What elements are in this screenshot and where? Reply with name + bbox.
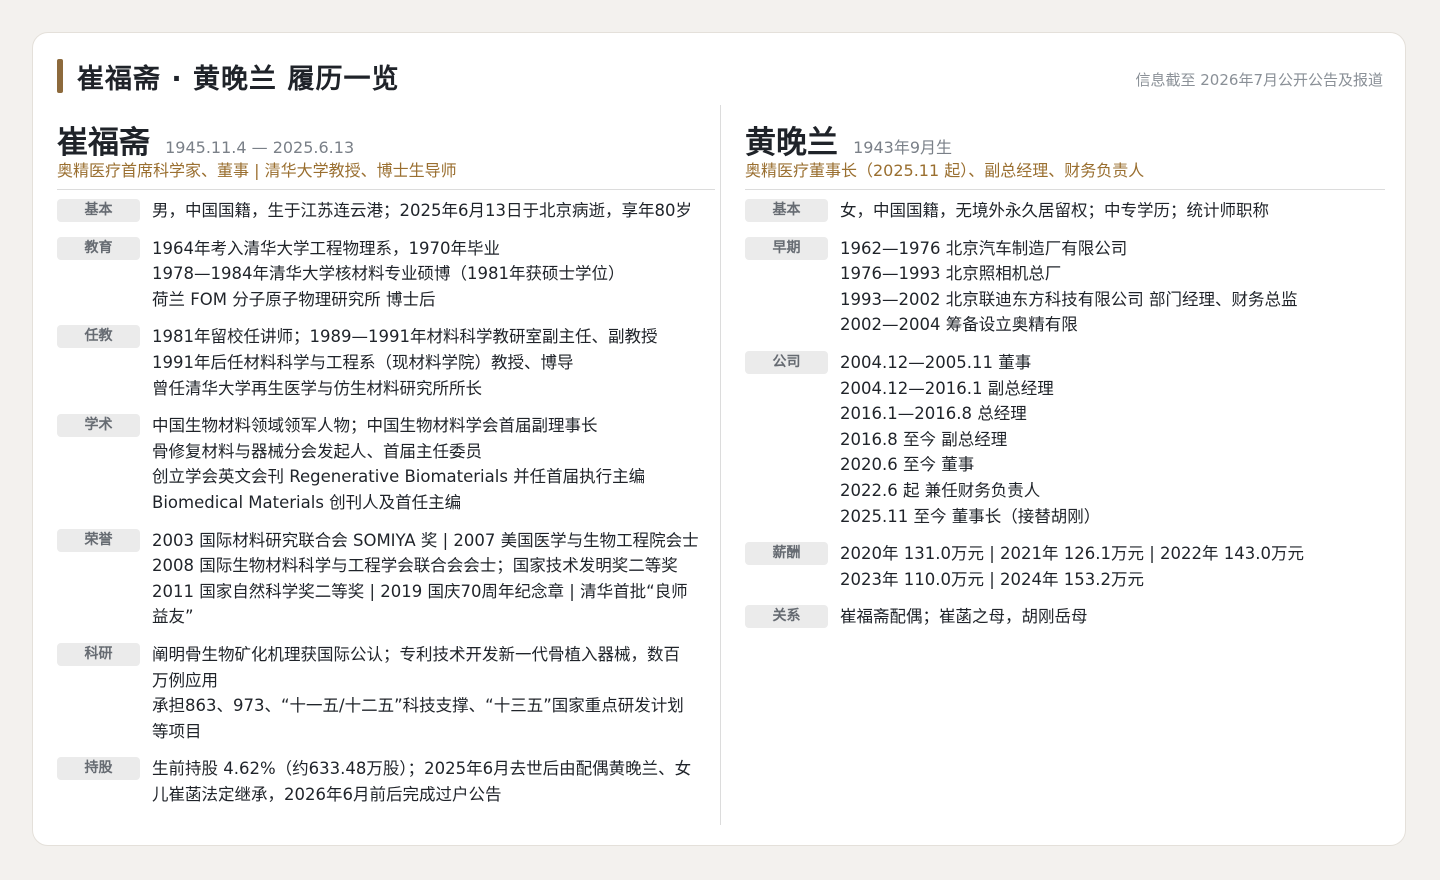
section-tag: 关系 [745,605,828,629]
section-line: 女，中国国籍，无境外永久居留权；中专学历；统计师职称 [840,201,1269,220]
section-line: 阐明骨生物矿化机理获国际公认；专利技术开发新一代骨植入器械，数百 [152,644,680,664]
resume-card: 崔福斋 · 黄晚兰 履历一览 信息截至 2026年7月公开公告及报道 崔福斋 1… [32,32,1406,846]
section-line: 男，中国国籍，生于江苏连云港；2025年6月13日于北京病逝，享年80岁 [152,201,692,220]
section-lines: 生前持股 4.62%（约633.48万股）；2025年6月去世后由配偶黄晚兰、女… [152,756,715,807]
section-row: 基本 女，中国国籍，无境外永久居留权；中专学历；统计师职称 [745,198,1385,224]
section-tag: 学术 [57,414,140,438]
section-row: 科研 阐明骨生物矿化机理获国际公认；专利技术开发新一代骨植入器械，数百 万例应用承担… [57,642,715,744]
section-line: 1962—1976 北京汽车制造厂有限公司 [840,238,1128,258]
person-dates: 1943年9月生 [853,138,952,157]
section-tag: 早期 [745,236,828,260]
section-row: 荣誉 2003 国际材料研究联合会 SOMIYA 奖 | 2007 美国医学与生物… [57,528,715,630]
section-line: 创立学会英文会刊 Regenerative Biomaterials 并任首届执… [152,467,646,487]
section-line: 益友” [152,607,194,627]
title-accent-bar [57,59,63,93]
info-date-note: 信息截至 2026年7月公开公告及报道 [1135,71,1384,89]
person-role: 奥精医疗董事长（2025.11 起）、副总经理、财务负责人 [745,157,1385,190]
column-divider [720,105,721,825]
section-line: 1976—1993 北京照相机总厂 [840,264,1062,284]
section-list: 基本 女，中国国籍，无境外永久居留权；中专学历；统计师职称 早期 1962—1976 … [745,198,1385,634]
section-lines: 女，中国国籍，无境外永久居留权；中专学历；统计师职称 [840,198,1385,224]
section-line: 2008 国际生物材料科学与工程学会联合会会士；国家技术发明奖二等奖 [152,556,678,576]
section-line: 1991年后任材料科学与工程系（现材料学院）教授、博导 [152,352,574,372]
section-tag: 基本 [745,199,828,222]
section-tag: 科研 [57,642,140,666]
section-row: 薪酬 2020年 131.0万元 | 2021年 126.1万元 | 2022年 … [745,541,1385,592]
section-lines: 2003 国际材料研究联合会 SOMIYA 奖 | 2007 美国医学与生物工程… [152,528,715,630]
section-tag: 任教 [57,325,140,349]
section-row: 任教 1981年留校任讲师；1989—1991年材料科学教研室副主任、副教授 199… [57,324,715,401]
section-line: 2003 国际材料研究联合会 SOMIYA 奖 | 2007 美国医学与生物工程… [152,530,699,550]
section-line: 2020年 131.0万元 | 2021年 126.1万元 | 2022年 14… [840,544,1305,564]
section-row: 教育 1964年考入清华大学工程物理系，1970年毕业 1978—1984年清华大学… [57,236,715,313]
section-line: 1981年留校任讲师；1989—1991年材料科学教研室副主任、副教授 [152,327,658,347]
section-line: 儿崔菡法定继承，2026年6月前后完成过户公告 [152,784,502,804]
section-line: 2004.12—2005.11 董事 [840,352,1032,372]
section-row: 基本 男，中国国籍，生于江苏连云港；2025年6月13日于北京病逝，享年80岁 [57,198,715,224]
section-line: 荷兰 FOM 分子原子物理研究所 博士后 [152,289,436,309]
section-row: 持股 生前持股 4.62%（约633.48万股）；2025年6月去世后由配偶黄晚兰… [57,756,715,807]
section-row: 关系 崔福斋配偶；崔菡之母，胡刚岳母 [745,604,1385,630]
section-line: 等项目 [152,721,202,741]
section-row: 公司 2004.12—2005.11 董事 2004.12—2016.1 副总经理 2… [745,350,1385,529]
section-line: 1964年考入清华大学工程物理系，1970年毕业 [152,238,500,258]
person-name: 黄晚兰 [745,125,838,161]
section-line: 2016.1—2016.8 总经理 [840,404,1027,424]
section-line: 2011 国家自然科学奖二等奖 | 2019 国庆70周年纪念章 | 清华首批“… [152,581,688,601]
person-role: 奥精医疗首席科学家、董事 | 清华大学教授、博士生导师 [57,157,715,190]
section-line: 承担863、973、“十一五/十二五”科技支撑、“十三五”国家重点研发计划 [152,696,684,716]
section-line: 骨修复材料与器械分会发起人、首届主任委员 [152,441,482,461]
section-line: 2023年 110.0万元 | 2024年 153.2万元 [840,569,1144,589]
section-line: 生前持股 4.62%（约633.48万股）；2025年6月去世后由配偶黄晚兰、女 [152,759,692,779]
section-lines: 阐明骨生物矿化机理获国际公认；专利技术开发新一代骨植入器械，数百 万例应用承担86… [152,642,715,744]
section-lines: 1981年留校任讲师；1989—1991年材料科学教研室副主任、副教授 1991年… [152,324,715,401]
section-line: Biomedical Materials 创刊人及首任主编 [152,492,462,512]
section-lines: 中国生物材料领域领军人物；中国生物材料学会首届副理事长 骨修复材料与器械分会发起人… [152,413,715,515]
section-tag: 公司 [745,350,828,374]
section-line: 中国生物材料领域领军人物；中国生物材料学会首届副理事长 [152,416,598,436]
section-line: 2022.6 起 兼任财务负责人 [840,480,1041,500]
section-line: 崔福斋配偶；崔菡之母，胡刚岳母 [840,607,1088,627]
section-line: 曾任清华大学再生医学与仿生材料研究所所长 [152,378,482,398]
section-tag: 教育 [57,236,140,260]
section-tag: 薪酬 [745,542,828,566]
section-line: 2004.12—2016.1 副总经理 [840,378,1054,398]
section-lines: 1962—1976 北京汽车制造厂有限公司 1976—1993 北京照相机总厂 19… [840,236,1385,338]
section-line: 1978—1984年清华大学核材料专业硕博（1981年获硕士学位） [152,264,625,284]
section-tag: 荣誉 [57,528,140,552]
section-line: 2002—2004 筹备设立奥精有限 [840,315,1078,335]
section-tag: 基本 [57,199,140,222]
section-line: 2016.8 至今 副总经理 [840,429,1008,449]
page-title: 崔福斋 · 黄晚兰 履历一览 [77,64,400,95]
section-list: 基本 男，中国国籍，生于江苏连云港；2025年6月13日于北京病逝，享年80岁 教育… [57,198,715,811]
section-line: 2020.6 至今 董事 [840,455,975,475]
section-row: 学术 中国生物材料领域领军人物；中国生物材料学会首届副理事长 骨修复材料与器械分会发… [57,413,715,515]
section-line: 2025.11 至今 董事长（接替胡刚） [840,506,1101,526]
section-line: 1993—2002 北京联迪东方科技有限公司 部门经理、财务总监 [840,289,1298,309]
person-name: 崔福斋 [57,125,150,161]
section-lines: 崔福斋配偶；崔菡之母，胡刚岳母 [840,604,1385,630]
section-lines: 男，中国国籍，生于江苏连云港；2025年6月13日于北京病逝，享年80岁 [152,198,715,224]
profile-left: 崔福斋 1945.11.4 — 2025.6.13 奥精医疗首席科学家、董事 |… [57,117,715,811]
section-lines: 2004.12—2005.11 董事 2004.12—2016.1 副总经理 201… [840,350,1385,529]
section-tag: 持股 [57,757,140,781]
section-lines: 1964年考入清华大学工程物理系，1970年毕业 1978—1984年清华大学核材… [152,236,715,313]
section-row: 早期 1962—1976 北京汽车制造厂有限公司 1976—1993 北京照相机总厂… [745,236,1385,338]
profile-right: 黄晚兰 1943年9月生 奥精医疗董事长（2025.11 起）、副总经理、财务负… [745,117,1385,634]
section-line: 万例应用 [152,670,218,690]
section-lines: 2020年 131.0万元 | 2021年 126.1万元 | 2022年 14… [840,541,1385,592]
person-dates: 1945.11.4 — 2025.6.13 [165,138,355,157]
